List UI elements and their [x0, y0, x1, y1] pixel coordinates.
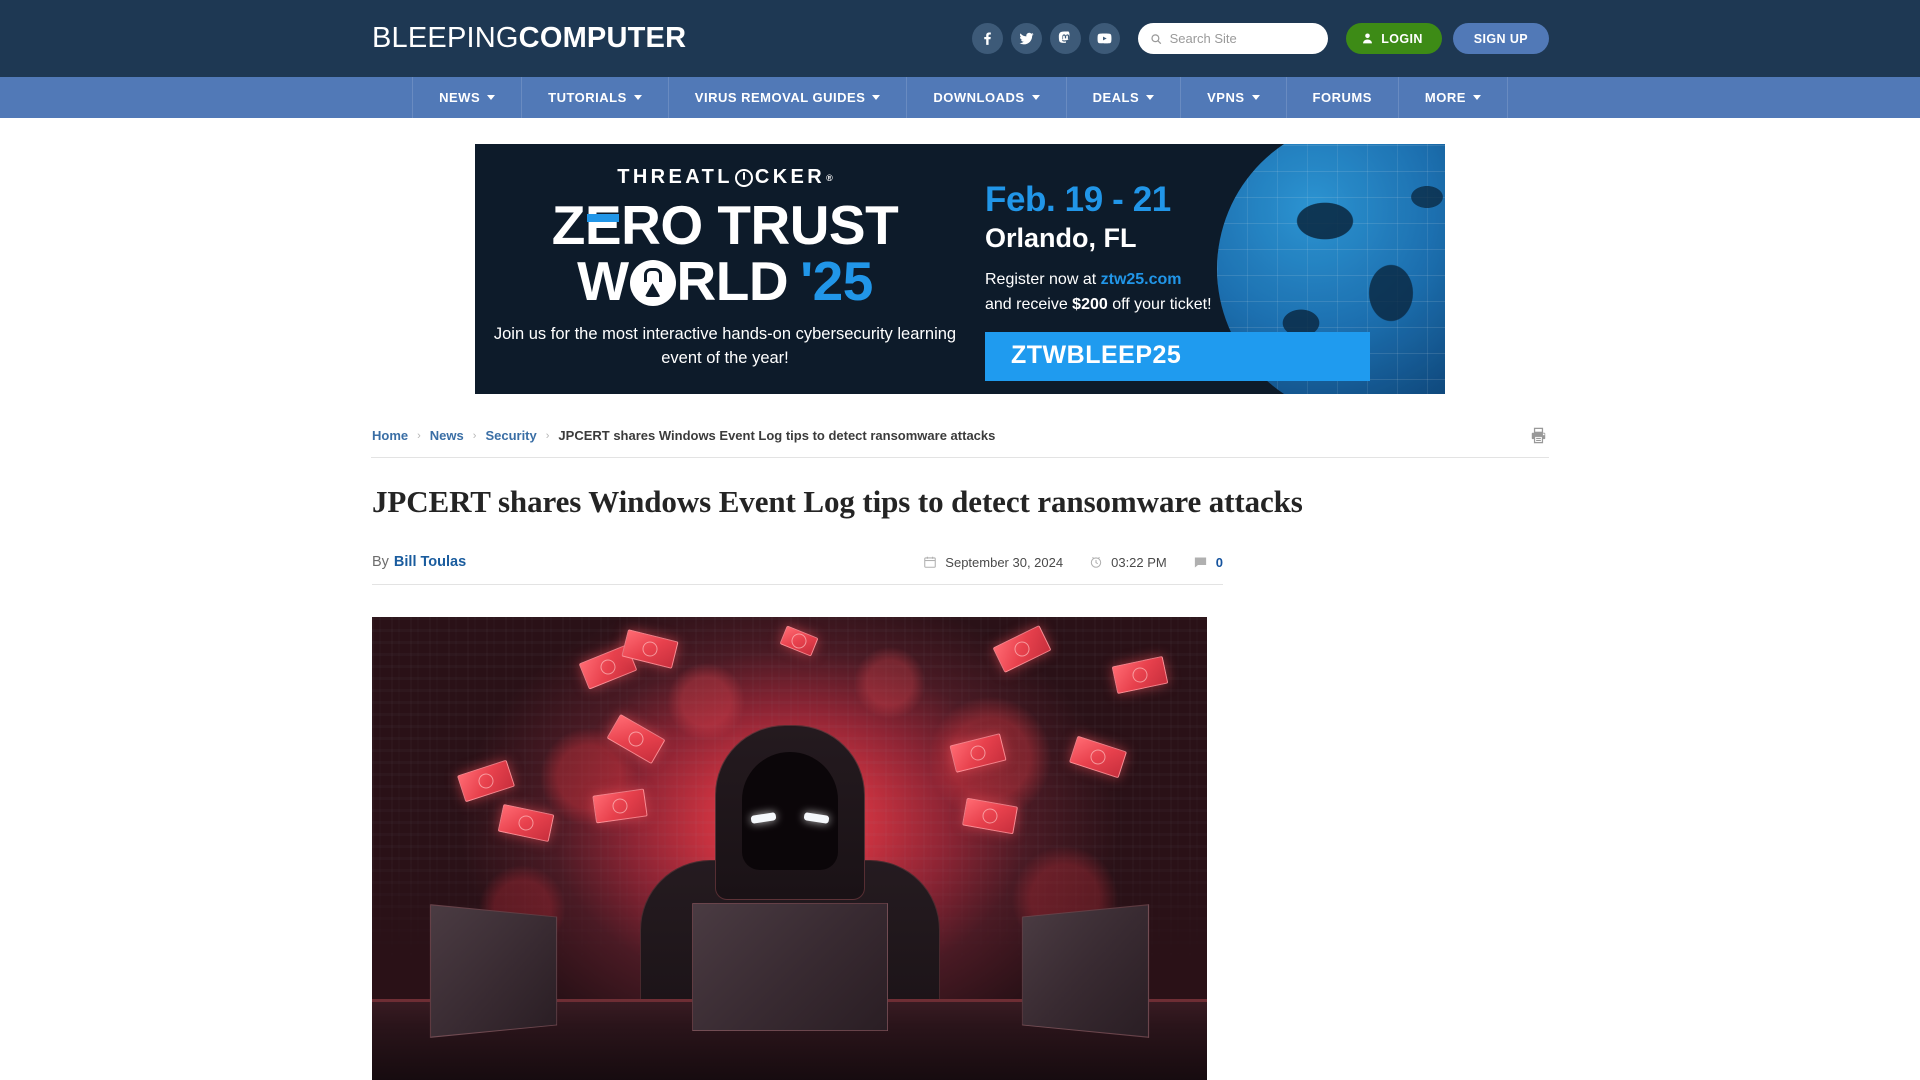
search-box[interactable]	[1138, 23, 1329, 54]
social-links	[972, 23, 1121, 54]
signup-button[interactable]: SIGN UP	[1452, 23, 1549, 54]
logo-text-bold: COMPUTER	[518, 22, 687, 54]
search-icon	[1151, 33, 1162, 44]
breadcrumb-item-2[interactable]: News	[430, 428, 464, 443]
chevron-down-icon	[1251, 95, 1260, 100]
lock-icon	[629, 260, 676, 307]
printer-icon	[1531, 427, 1546, 444]
logo-text-light: BLEEPING	[372, 22, 519, 54]
chevron-down-icon	[633, 95, 642, 100]
search-input[interactable]	[1169, 31, 1317, 46]
article: JPCERT shares Windows Event Log tips to …	[371, 484, 1549, 1080]
author-link[interactable]: Bill Toulas	[394, 554, 466, 570]
headline-w: W	[577, 250, 629, 313]
promo-code-badge: ZTWBLEEP25	[985, 331, 1370, 381]
chevron-down-icon	[487, 95, 496, 100]
publish-date: September 30, 2024	[923, 555, 1063, 570]
registered-mark: ®	[826, 172, 833, 183]
publish-date-text: September 30, 2024	[945, 554, 1064, 570]
headline-z: Z	[551, 194, 586, 256]
nav-item-label: DEALS	[1092, 90, 1140, 105]
login-button[interactable]: LOGIN	[1346, 23, 1442, 54]
e-bar-glyph: E	[584, 194, 622, 256]
article-hero-image[interactable]	[372, 617, 1207, 1080]
login-label: LOGIN	[1381, 31, 1423, 46]
nav-item-label: FORUMS	[1312, 90, 1372, 105]
nav-item-vpns[interactable]: VPNS	[1181, 77, 1287, 118]
ad-event-dates: Feb. 19 - 21	[985, 180, 1171, 219]
main-navigation: NEWS TUTORIALS VIRUS REMOVAL GUIDES DOWNLOA…	[0, 77, 1920, 118]
register-mid: and receive	[985, 295, 1073, 313]
ztw-site-link[interactable]: ztw25.com	[1101, 271, 1182, 288]
signup-label: SIGN UP	[1473, 31, 1528, 46]
headline-rest1: RO TRUST	[621, 194, 899, 256]
print-button[interactable]	[1529, 426, 1548, 445]
headline-year: '25	[800, 250, 873, 313]
register-suffix: off your ticket!	[1107, 295, 1212, 313]
nav-item-label: MORE	[1424, 90, 1466, 105]
brand-text-tail: CKER	[754, 166, 826, 188]
ad-subtext: Join us for the most interactive hands-o…	[493, 325, 957, 368]
register-amount: $200	[1072, 295, 1108, 313]
breadcrumb-item-3[interactable]: Security	[485, 428, 536, 443]
page-title: JPCERT shares Windows Event Log tips to …	[372, 484, 1303, 519]
advertisement-banner[interactable]: THREATL CKER ® Z E RO TRUST W RLD '25 Join us …	[475, 144, 1445, 394]
ad-event-city: Orlando, FL	[985, 223, 1137, 253]
chevron-down-icon	[1472, 95, 1481, 100]
site-logo[interactable]: BLEEPINGCOMPUTER	[372, 22, 686, 55]
breadcrumb-item-4: JPCERT shares Windows Event Log tips to …	[558, 428, 996, 443]
chevron-down-icon	[872, 95, 881, 100]
publish-time-text: 03:22 PM	[1111, 554, 1167, 570]
youtube-icon[interactable]	[1089, 23, 1121, 54]
hacker-hood	[714, 725, 865, 900]
nav-item-label: TUTORIALS	[548, 90, 627, 105]
glowing-eye-left	[750, 812, 776, 824]
headline-rest2: RLD	[676, 250, 789, 313]
ad-headline-line1: Z E RO TRUST	[475, 197, 975, 253]
threatlocker-logo: THREATL CKER ®	[475, 166, 975, 189]
nav-item-downloads[interactable]: DOWNLOADS	[907, 77, 1067, 118]
glowing-eye-right	[803, 812, 829, 824]
nav-item-label: VPNS	[1207, 90, 1245, 105]
breadcrumb-separator: ›	[545, 429, 550, 442]
ad-register-text: Register now at ztw25.com and receive $2…	[985, 268, 1370, 318]
nav-item-news[interactable]: NEWS	[412, 77, 523, 118]
register-prefix: Register now at	[985, 271, 1101, 288]
user-icon	[1363, 33, 1373, 44]
mastodon-icon[interactable]	[1050, 23, 1082, 54]
comment-icon	[1194, 557, 1206, 567]
clock-icon	[1090, 556, 1102, 568]
chevron-down-icon	[1146, 95, 1155, 100]
site-header: BLEEPINGCOMPUTER Search Site LOGIN SIGN …	[0, 0, 1920, 77]
comment-count-value: 0	[1215, 554, 1223, 570]
facebook-icon[interactable]	[972, 23, 1004, 54]
nav-item-forums[interactable]: FORUMS	[1287, 77, 1399, 118]
nav-item-virus-removal-guides[interactable]: VIRUS REMOVAL GUIDES	[669, 77, 908, 118]
nav-item-label: VIRUS REMOVAL GUIDES	[694, 90, 866, 105]
nav-item-label: DOWNLOADS	[933, 90, 1025, 105]
brand-text-head: THREATL	[617, 166, 733, 188]
nav-item-label: NEWS	[439, 90, 481, 105]
power-icon	[734, 168, 753, 187]
breadcrumb: Home › News › Security › JPCERT shares Windows…	[371, 402, 1549, 458]
calendar-icon	[924, 556, 937, 568]
breadcrumb-separator: ›	[472, 429, 477, 442]
chevron-down-icon	[1031, 95, 1040, 100]
nav-item-deals[interactable]: DEALS	[1067, 77, 1182, 118]
laptop-right	[1021, 904, 1150, 1038]
laptop-left	[429, 904, 558, 1038]
by-label: By	[372, 554, 389, 570]
article-byline: By Bill Toulas September 30, 2024 03:22 …	[372, 554, 1223, 585]
breadcrumb-separator: ›	[417, 429, 421, 442]
ad-headline-line2: W RLD '25	[475, 253, 975, 309]
nav-item-more[interactable]: MORE	[1399, 77, 1508, 118]
publish-time: 03:22 PM	[1089, 555, 1167, 570]
twitter-icon[interactable]	[1011, 23, 1043, 54]
breadcrumb-item-1[interactable]: Home	[372, 428, 408, 443]
laptop-center	[691, 903, 888, 1031]
nav-item-tutorials[interactable]: TUTORIALS	[522, 77, 669, 118]
comment-count[interactable]: 0	[1193, 555, 1223, 570]
